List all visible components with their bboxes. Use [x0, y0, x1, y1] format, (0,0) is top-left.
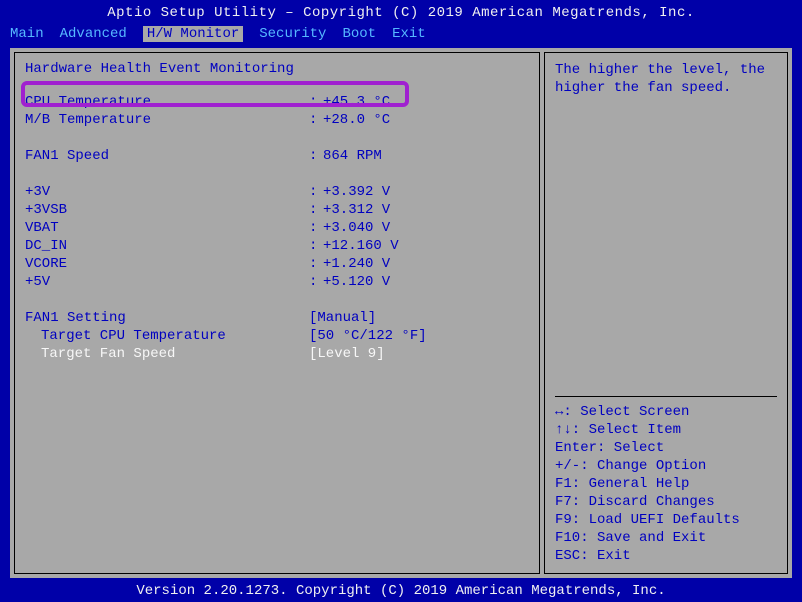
app-title: Aptio Setup Utility – Copyright (C) 2019… — [107, 5, 695, 21]
menu-security[interactable]: Security — [259, 26, 326, 42]
help-key-f1: F1: General Help — [555, 475, 777, 493]
help-key-f9: F9: Load UEFI Defaults — [555, 511, 777, 529]
cpu-temp-label: CPU Temperature — [25, 93, 309, 111]
menu-exit[interactable]: Exit — [392, 26, 426, 42]
fan1-setting-value: [Manual] — [309, 309, 376, 327]
main-panel: Hardware Health Event Monitoring CPU Tem… — [14, 52, 540, 574]
row-fan1-setting[interactable]: FAN1 Setting [Manual] — [25, 309, 529, 327]
row-target-fan-speed[interactable]: Target Fan Speed [Level 9] — [25, 345, 529, 363]
menu-boot[interactable]: Boot — [342, 26, 376, 42]
help-keys: ↔: Select Screen ↑↓: Select Item Enter: … — [555, 396, 777, 565]
target-fan-speed-value: [Level 9] — [309, 345, 385, 363]
menu-bar: Main Advanced H/W Monitor Security Boot … — [2, 24, 800, 46]
row-3v: +3V : +3.392 V — [25, 183, 529, 201]
target-cpu-temp-label: Target CPU Temperature — [25, 327, 309, 345]
mb-temp-label: M/B Temperature — [25, 111, 309, 129]
help-key-change: +/-: Change Option — [555, 457, 777, 475]
row-target-cpu-temp[interactable]: Target CPU Temperature [50 °C/122 °F] — [25, 327, 529, 345]
content-area: Hardware Health Event Monitoring CPU Tem… — [8, 46, 794, 580]
menu-hw-monitor[interactable]: H/W Monitor — [143, 26, 243, 42]
row-dcin: DC_IN : +12.160 V — [25, 237, 529, 255]
fan1-speed-value: 864 RPM — [323, 147, 382, 165]
cpu-temp-value: +45.3 °C — [323, 93, 390, 111]
target-fan-speed-label: Target Fan Speed — [25, 345, 309, 363]
fan1-speed-label: FAN1 Speed — [25, 147, 309, 165]
help-key-enter: Enter: Select — [555, 439, 777, 457]
row-mb-temp: M/B Temperature : +28.0 °C — [25, 111, 529, 129]
row-5v: +5V : +5.120 V — [25, 273, 529, 291]
menu-advanced[interactable]: Advanced — [60, 26, 127, 42]
help-description: The higher the level, the higher the fan… — [555, 61, 777, 97]
footer-bar: Version 2.20.1273. Copyright (C) 2019 Am… — [2, 580, 800, 599]
title-bar: Aptio Setup Utility – Copyright (C) 2019… — [2, 2, 800, 24]
mb-temp-value: +28.0 °C — [323, 111, 390, 129]
help-key-f10: F10: Save and Exit — [555, 529, 777, 547]
help-key-select-item: ↑↓: Select Item — [555, 421, 777, 439]
row-cpu-temp: CPU Temperature : +45.3 °C — [25, 93, 529, 111]
row-fan1-speed: FAN1 Speed : 864 RPM — [25, 147, 529, 165]
help-key-f7: F7: Discard Changes — [555, 493, 777, 511]
target-cpu-temp-value: [50 °C/122 °F] — [309, 327, 427, 345]
row-vbat: VBAT : +3.040 V — [25, 219, 529, 237]
fan1-setting-label: FAN1 Setting — [25, 309, 309, 327]
footer-text: Version 2.20.1273. Copyright (C) 2019 Am… — [136, 583, 665, 599]
help-panel: The higher the level, the higher the fan… — [544, 52, 788, 574]
help-key-select-screen: ↔: Select Screen — [555, 403, 777, 421]
row-vcore: VCORE : +1.240 V — [25, 255, 529, 273]
menu-main[interactable]: Main — [10, 26, 44, 42]
row-3vsb: +3VSB : +3.312 V — [25, 201, 529, 219]
help-key-esc: ESC: Exit — [555, 547, 777, 565]
panel-heading: Hardware Health Event Monitoring — [25, 61, 529, 77]
